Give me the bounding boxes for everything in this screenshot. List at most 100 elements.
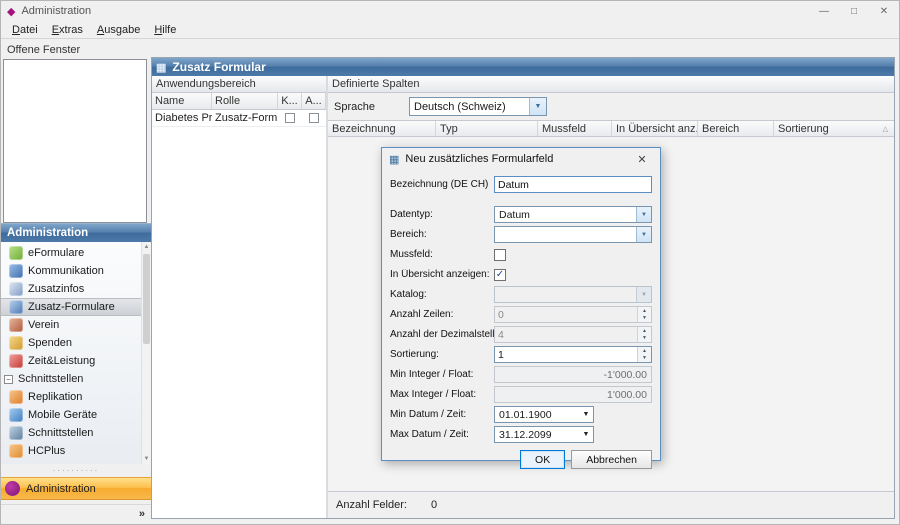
sidebar-item-label: Replikation bbox=[28, 391, 82, 403]
sidebar-section-header: Administration bbox=[1, 223, 151, 242]
verein-icon bbox=[9, 318, 23, 332]
column-name[interactable]: Name bbox=[152, 93, 212, 109]
main-header: ▦ Zusatz Formular bbox=[152, 58, 894, 76]
sidebar-item-label: Schnittstellen bbox=[28, 427, 93, 439]
spin-down-icon[interactable]: ▼ bbox=[638, 355, 651, 363]
definierte-spalten-title: Definierte Spalten bbox=[328, 76, 894, 93]
column-rolle[interactable]: Rolle bbox=[212, 93, 278, 109]
chevron-down-icon: ▼ bbox=[636, 287, 651, 302]
min-datum-value: 01.01.1900 bbox=[495, 409, 579, 421]
maximize-button[interactable]: □ bbox=[839, 1, 869, 21]
close-button[interactable]: ✕ bbox=[869, 1, 899, 21]
sidebar-item-label: Zusatz-Formulare bbox=[28, 301, 115, 313]
sidebar-group-schnittstellen[interactable]: − Schnittstellen bbox=[1, 370, 141, 388]
sprache-combobox[interactable]: Deutsch (Schweiz) ▼ bbox=[409, 97, 547, 116]
sidebar-item-verein[interactable]: Verein bbox=[1, 316, 141, 334]
chevron-down-icon[interactable]: ▼ bbox=[529, 98, 546, 115]
bezeichnung-input[interactable] bbox=[494, 176, 652, 193]
mussfeld-label: Mussfeld: bbox=[390, 249, 494, 260]
abbrechen-button[interactable]: Abbrechen bbox=[571, 450, 652, 469]
katalog-combobox: ▼ bbox=[494, 286, 652, 303]
chevron-down-icon[interactable]: ▼ bbox=[636, 227, 651, 242]
scrollbar-thumb[interactable] bbox=[143, 254, 150, 344]
administration-bottom-button[interactable]: Administration bbox=[1, 477, 151, 500]
dezimalstellen-spinner: 4 ▲▼ bbox=[494, 326, 652, 343]
min-datum-picker[interactable]: 01.01.1900 ▼ bbox=[494, 406, 594, 423]
sidebar-item-zusatzinfos[interactable]: Zusatzinfos bbox=[1, 280, 141, 298]
sort-asc-icon[interactable]: △ bbox=[883, 125, 888, 133]
open-windows-label: Offene Fenster bbox=[7, 44, 80, 56]
collapse-chevron-icon[interactable]: » bbox=[139, 508, 145, 520]
scroll-up-icon[interactable]: ▲ bbox=[142, 242, 151, 252]
ok-button[interactable]: OK bbox=[520, 450, 565, 469]
sidebar-item-hcplus[interactable]: HCPlus bbox=[1, 442, 141, 460]
uebersicht-checkbox[interactable]: ✓ bbox=[494, 269, 506, 281]
column-typ[interactable]: Typ bbox=[436, 121, 538, 136]
katalog-row: Katalog: ▼ bbox=[390, 286, 652, 303]
bereich-row: Bereich: ▼ bbox=[390, 226, 652, 243]
min-int-row: Min Integer / Float: -1'000.00 bbox=[390, 366, 652, 383]
sidebar-item-zeit-leistung[interactable]: Zeit&Leistung bbox=[1, 352, 141, 370]
a-checkbox[interactable] bbox=[309, 113, 319, 123]
dialog-close-icon[interactable]: ✕ bbox=[628, 149, 656, 169]
spin-up-icon[interactable]: ▲ bbox=[638, 347, 651, 355]
mussfeld-checkbox[interactable] bbox=[494, 249, 506, 261]
spenden-icon bbox=[9, 336, 23, 350]
brand-logo-icon bbox=[5, 481, 20, 496]
datentyp-combobox[interactable]: Datum ▼ bbox=[494, 206, 652, 223]
chevron-down-icon[interactable]: ▼ bbox=[579, 431, 593, 438]
menubar: Datei Extras Ausgabe Hilfe bbox=[1, 21, 899, 39]
nav-scrollbar[interactable]: ▲ ▼ bbox=[141, 242, 151, 464]
column-k[interactable]: K... bbox=[278, 93, 302, 109]
sidebar-item-mobile-geraete[interactable]: Mobile Geräte bbox=[1, 406, 141, 424]
sidebar-item-replikation[interactable]: Replikation bbox=[1, 388, 141, 406]
menu-datei[interactable]: Datei bbox=[5, 22, 45, 38]
sidebar-item-spenden[interactable]: Spenden bbox=[1, 334, 141, 352]
anzahl-zeilen-row: Anzahl Zeilen: 0 ▲▼ bbox=[390, 306, 652, 323]
open-windows-list[interactable] bbox=[3, 59, 147, 223]
dialog-button-row: OK Abbrechen bbox=[390, 450, 652, 469]
sortierung-spinner[interactable]: 1 ▲▼ bbox=[494, 346, 652, 363]
sidebar-item-schnittstellen[interactable]: Schnittstellen bbox=[1, 424, 141, 442]
sidebar-item-eformulare[interactable]: eFormulare bbox=[1, 244, 141, 262]
anzahl-zeilen-spinner: 0 ▲▼ bbox=[494, 306, 652, 323]
anwendungsbereich-panel: Anwendungsbereich Name Rolle K... A... D… bbox=[152, 76, 328, 518]
chevron-down-icon[interactable]: ▼ bbox=[636, 207, 651, 222]
datentyp-label: Datentyp: bbox=[390, 209, 494, 220]
max-datum-row: Max Datum / Zeit: 31.12.2099 ▼ bbox=[390, 426, 652, 443]
max-datum-picker[interactable]: 31.12.2099 ▼ bbox=[494, 426, 594, 443]
sidebar-item-kommunikation[interactable]: Kommunikation bbox=[1, 262, 141, 280]
menu-extras[interactable]: Extras bbox=[45, 22, 90, 38]
spin-up-icon: ▲ bbox=[638, 307, 651, 315]
sortierung-label: Sortierung: bbox=[390, 349, 494, 360]
column-sortierung[interactable]: Sortierung △ bbox=[774, 121, 894, 136]
sidebar-item-label: Zeit&Leistung bbox=[28, 355, 95, 367]
minimize-button[interactable]: — bbox=[809, 1, 839, 21]
table-row[interactable]: Diabetes Prot... Zusatz-Formul... bbox=[152, 110, 326, 127]
scroll-down-icon[interactable]: ▼ bbox=[142, 454, 151, 464]
chevron-down-icon[interactable]: ▼ bbox=[579, 411, 593, 418]
column-uebersicht[interactable]: In Übersicht anz... bbox=[612, 121, 698, 136]
column-mussfeld[interactable]: Mussfeld bbox=[538, 121, 612, 136]
k-checkbox[interactable] bbox=[285, 113, 295, 123]
anzahl-felder-value: 0 bbox=[431, 499, 437, 511]
column-bezeichnung[interactable]: Bezeichnung bbox=[328, 121, 436, 136]
sidebar-group-label: Schnittstellen bbox=[18, 373, 83, 385]
sidebar-item-label: HCPlus bbox=[28, 445, 65, 457]
collapse-expander-icon[interactable]: − bbox=[4, 375, 13, 384]
max-datum-label: Max Datum / Zeit: bbox=[390, 429, 494, 440]
menu-hilfe[interactable]: Hilfe bbox=[147, 22, 183, 38]
hcplus-icon bbox=[9, 444, 23, 458]
max-int-label: Max Integer / Float: bbox=[390, 389, 494, 400]
cell-name: Diabetes Prot... bbox=[152, 111, 212, 125]
anwendungsbereich-title: Anwendungsbereich bbox=[152, 76, 326, 93]
sprache-row: Sprache Deutsch (Schweiz) ▼ bbox=[328, 93, 894, 120]
column-bereich[interactable]: Bereich bbox=[698, 121, 774, 136]
app-icon: ◆ bbox=[7, 5, 15, 18]
column-a[interactable]: A... bbox=[302, 93, 326, 109]
menu-ausgabe[interactable]: Ausgabe bbox=[90, 22, 147, 38]
bereich-combobox[interactable]: ▼ bbox=[494, 226, 652, 243]
sidebar-item-zusatz-formulare[interactable]: Zusatz-Formulare bbox=[1, 298, 141, 316]
splitter-grip[interactable]: ·········· bbox=[1, 467, 151, 475]
cell-rolle: Zusatz-Formul... bbox=[212, 111, 278, 125]
